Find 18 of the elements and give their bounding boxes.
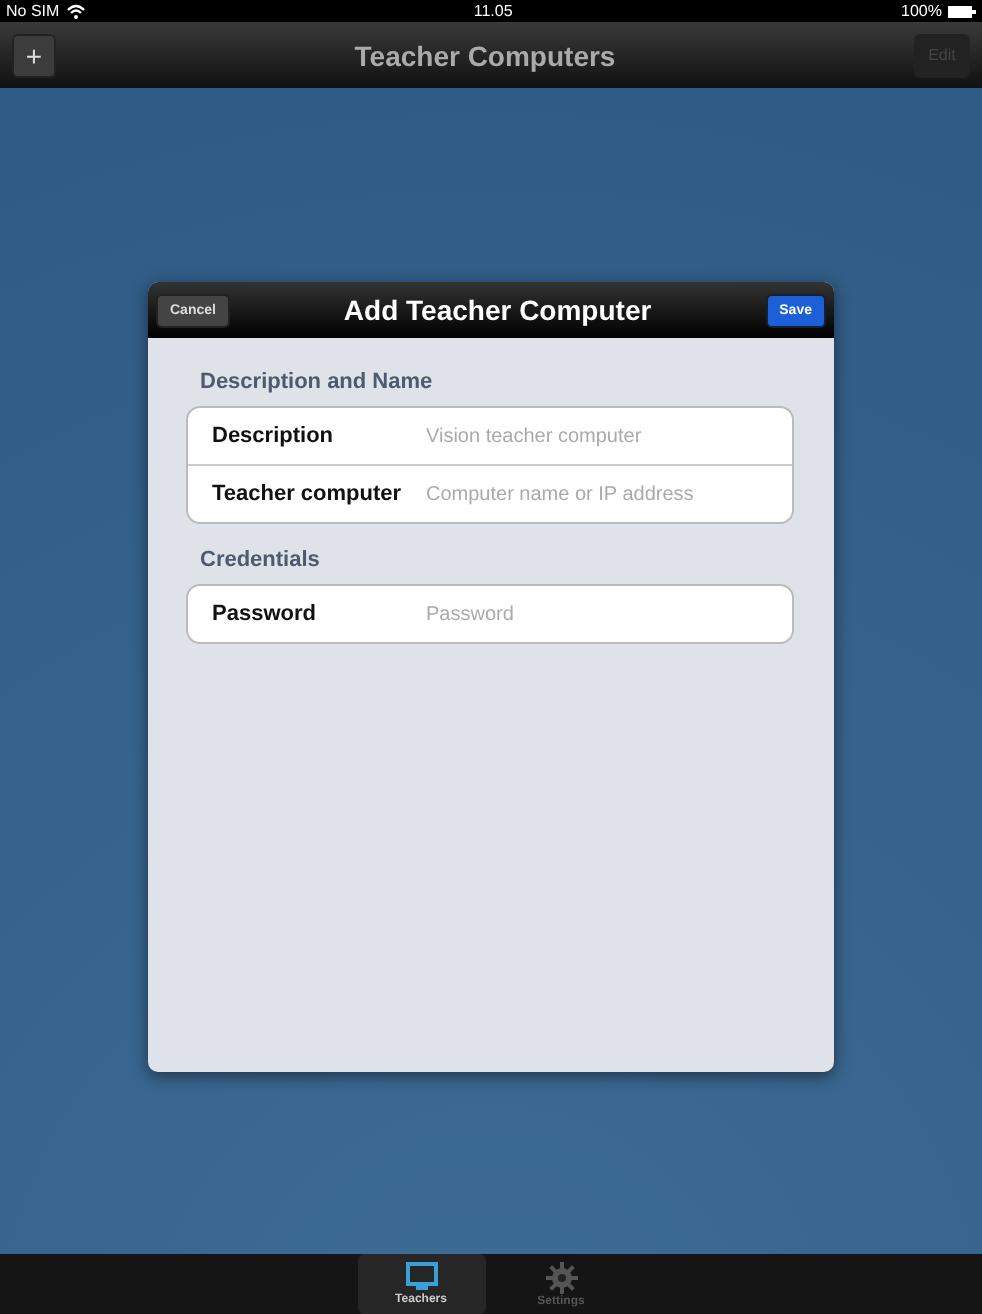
- add-button[interactable]: +: [12, 33, 56, 77]
- nav-title: Teacher Computers: [354, 39, 616, 71]
- clock-time: 11.05: [473, 2, 513, 20]
- dialog-title: Add Teacher Computer: [343, 294, 652, 326]
- monitor-icon: [405, 1262, 437, 1292]
- input-field[interactable]: Password: [426, 603, 768, 625]
- input-field[interactable]: Computer name or IP address: [426, 483, 768, 505]
- field-label: Teacher computer: [212, 482, 404, 506]
- battery-percent: 100%: [901, 2, 942, 20]
- gear-icon: [545, 1261, 577, 1293]
- field-label: Description: [212, 424, 336, 448]
- section-header: Credentials: [200, 548, 322, 572]
- battery-icon: [947, 5, 976, 17]
- input-field[interactable]: Vision teacher computer: [426, 425, 768, 447]
- carrier-label: No SIM: [6, 2, 60, 20]
- wifi-icon: [65, 3, 86, 19]
- section-header: Description and Name: [200, 370, 435, 394]
- field-label: Password: [212, 602, 318, 626]
